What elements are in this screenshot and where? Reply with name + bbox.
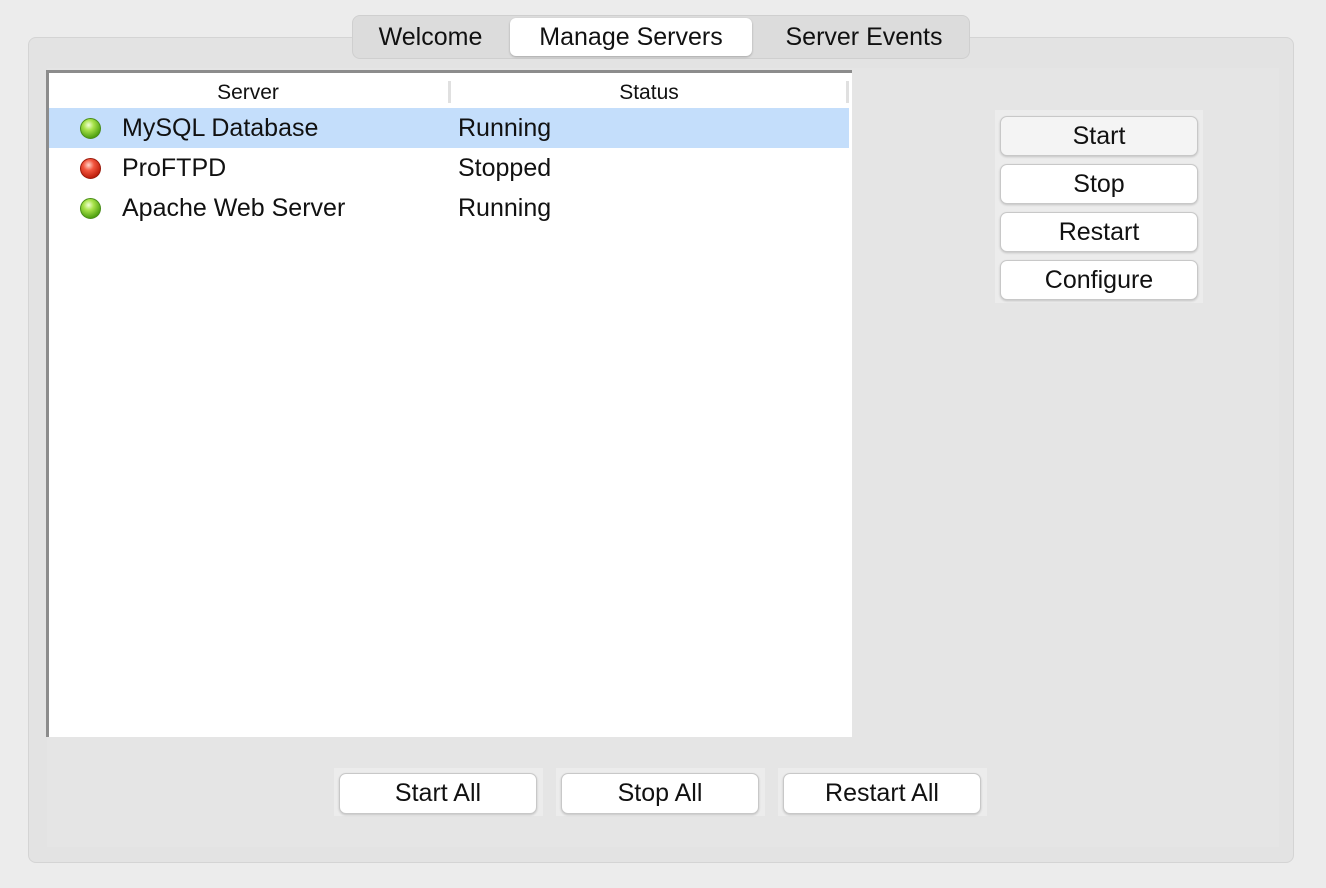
configure-button[interactable]: Configure (1000, 260, 1198, 300)
stop-button[interactable]: Stop (1000, 164, 1198, 204)
server-action-buttons: Start Stop Restart Configure (995, 110, 1203, 303)
restart-button[interactable]: Restart (1000, 212, 1198, 252)
server-name: ProFTPD (122, 154, 227, 182)
stop-all-button[interactable]: Stop All (561, 773, 759, 814)
column-divider[interactable] (846, 81, 849, 103)
column-header-status[interactable]: Status (451, 73, 847, 107)
server-name: Apache Web Server (122, 194, 346, 222)
table-row[interactable]: ProFTPD Stopped (49, 148, 849, 188)
server-status: Running (458, 114, 552, 142)
restart-all-button[interactable]: Restart All (783, 773, 981, 814)
stop-all-group: Stop All (556, 768, 765, 816)
table-row[interactable]: Apache Web Server Running (49, 188, 849, 228)
server-status: Stopped (458, 154, 552, 182)
tab-bar: Welcome Manage Servers Server Events (352, 15, 970, 59)
start-all-group: Start All (334, 768, 543, 816)
column-header-server[interactable]: Server (49, 73, 447, 107)
table-row[interactable]: MySQL Database Running (49, 108, 849, 148)
tab-manage-servers[interactable]: Manage Servers (510, 18, 752, 56)
restart-all-group: Restart All (778, 768, 987, 816)
server-status: Running (458, 194, 552, 222)
tab-welcome[interactable]: Welcome (353, 16, 508, 58)
tab-server-events[interactable]: Server Events (755, 16, 973, 58)
table-header: Server Status (49, 73, 849, 107)
servers-table[interactable]: Server Status MySQL Database Running Pro… (46, 70, 852, 737)
server-name: MySQL Database (122, 114, 319, 142)
red-status-light-icon (80, 158, 101, 179)
start-button[interactable]: Start (1000, 116, 1198, 156)
green-status-light-icon (80, 118, 101, 139)
green-status-light-icon (80, 198, 101, 219)
start-all-button[interactable]: Start All (339, 773, 537, 814)
